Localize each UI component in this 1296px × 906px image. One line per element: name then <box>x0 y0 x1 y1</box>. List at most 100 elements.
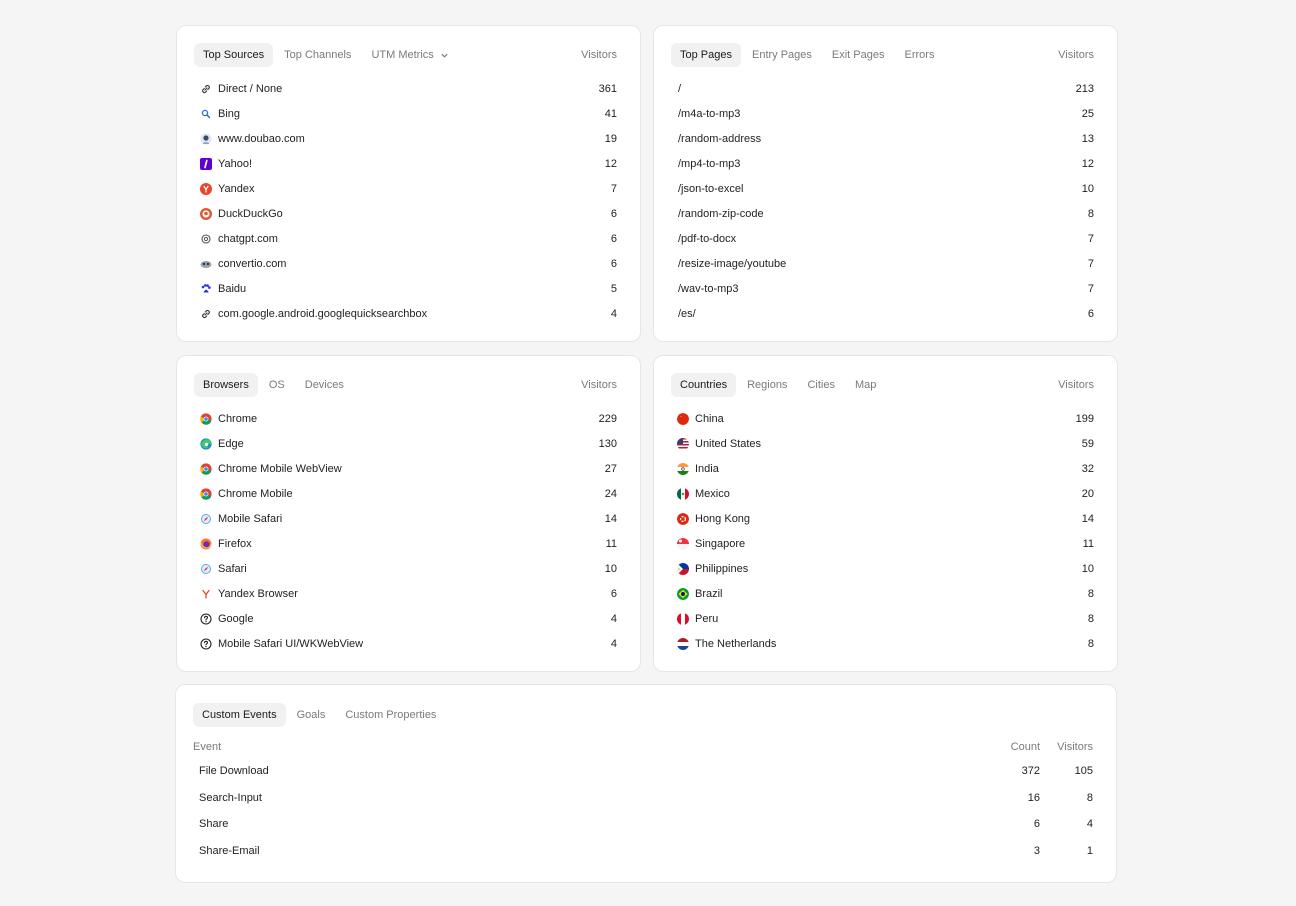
list-item-value: 11 <box>605 537 617 550</box>
list-item-value: 7 <box>1087 257 1094 270</box>
tab-top-pages[interactable]: Top Pages <box>671 43 741 67</box>
countries-card: Countries Regions Cities Map Visitors Ch… <box>653 355 1118 672</box>
tab-entry-pages[interactable]: Entry Pages <box>743 43 821 67</box>
column-header-count[interactable]: Count <box>994 741 1040 753</box>
list-item[interactable]: convertio.com 6 <box>200 251 617 276</box>
list-item-label: /random-zip-code <box>678 207 764 220</box>
event-visitors: 8 <box>1086 791 1093 804</box>
list-item[interactable]: India 32 <box>677 456 1094 481</box>
pages-visitors-header: Visitors <box>1058 49 1094 61</box>
list-item[interactable]: chatgpt.com 6 <box>200 226 617 251</box>
list-item-value: 12 <box>604 157 617 170</box>
list-item-label: India <box>695 462 719 475</box>
list-item-label: www.doubao.com <box>218 132 305 145</box>
list-item[interactable]: /wav-to-mp3 7 <box>677 276 1094 301</box>
list-item[interactable]: Mobile Safari UI/WKWebView 4 <box>200 631 617 656</box>
list-item[interactable]: Bing 41 <box>200 101 617 126</box>
tab-devices[interactable]: Devices <box>296 373 353 397</box>
events-card: Custom Events Goals Custom Properties Ev… <box>175 684 1117 883</box>
tab-regions[interactable]: Regions <box>738 373 796 397</box>
list-item[interactable]: Baidu 5 <box>200 276 617 301</box>
tab-goals[interactable]: Goals <box>288 703 335 727</box>
event-count: 16 <box>1027 791 1040 804</box>
list-item[interactable]: Yandex 7 <box>200 176 617 201</box>
list-item-label: Singapore <box>695 537 746 550</box>
table-row[interactable]: Search-Input 16 8 <box>199 785 1093 812</box>
list-item[interactable]: China 199 <box>677 406 1094 431</box>
list-item[interactable]: /resize-image/youtube 7 <box>677 251 1094 276</box>
list-item[interactable]: Yandex Browser 6 <box>200 581 617 606</box>
tab-custom-events[interactable]: Custom Events <box>193 703 286 727</box>
column-header-visitors[interactable]: Visitors <box>1040 741 1093 753</box>
tab-cities[interactable]: Cities <box>798 373 844 397</box>
list-item[interactable]: Singapore 11 <box>677 531 1094 556</box>
list-item[interactable]: /json-to-excel 10 <box>677 176 1094 201</box>
list-item[interactable]: Chrome 229 <box>200 406 617 431</box>
chrome-icon <box>200 462 212 475</box>
list-item[interactable]: /random-address 13 <box>677 126 1094 151</box>
list-item[interactable]: DuckDuckGo 6 <box>200 201 617 226</box>
list-item-label: DuckDuckGo <box>218 207 283 220</box>
list-item[interactable]: Hong Kong 14 <box>677 506 1094 531</box>
list-item-label: /pdf-to-docx <box>678 232 737 245</box>
sources-header: Top Sources Top Channels UTM Metrics Vis… <box>194 43 617 67</box>
flag-singapore-icon <box>677 537 689 550</box>
column-header-event[interactable]: Event <box>193 741 994 753</box>
tab-exit-pages[interactable]: Exit Pages <box>823 43 894 67</box>
list-item[interactable]: / 213 <box>677 76 1094 101</box>
list-item[interactable]: Safari 10 <box>200 556 617 581</box>
list-item-value: 4 <box>610 637 617 650</box>
list-item[interactable]: Brazil 8 <box>677 581 1094 606</box>
list-item[interactable]: /m4a-to-mp3 25 <box>677 101 1094 126</box>
list-item-value: 10 <box>604 562 617 575</box>
flag-netherlands-icon <box>677 637 689 650</box>
list-item[interactable]: com.google.android.googlequicksearchbox … <box>200 301 617 326</box>
list-item[interactable]: Direct / None 361 <box>200 76 617 101</box>
list-item[interactable]: www.doubao.com 19 <box>200 126 617 151</box>
tab-countries[interactable]: Countries <box>671 373 737 397</box>
list-item[interactable]: Chrome Mobile 24 <box>200 481 617 506</box>
yandex-browser-icon <box>200 588 212 600</box>
list-item-label: The Netherlands <box>695 637 777 650</box>
firefox-icon <box>200 538 212 550</box>
table-row[interactable]: Share-Email 3 1 <box>199 838 1093 865</box>
list-item[interactable]: Google 4 <box>200 606 617 631</box>
list-item[interactable]: Mobile Safari 14 <box>200 506 617 531</box>
tab-browsers[interactable]: Browsers <box>194 373 258 397</box>
table-row[interactable]: Share 6 4 <box>199 811 1093 838</box>
list-item[interactable]: /random-zip-code 8 <box>677 201 1094 226</box>
list-item[interactable]: /es/6 <box>677 301 1094 326</box>
list-item[interactable]: Edge 130 <box>200 431 617 456</box>
tab-utm-metrics[interactable]: UTM Metrics <box>362 43 457 67</box>
list-item-label: Mobile Safari UI/WKWebView <box>218 637 364 650</box>
list-item-label: chatgpt.com <box>218 232 278 245</box>
list-item[interactable]: Philippines 10 <box>677 556 1094 581</box>
list-item[interactable]: Firefox 11 <box>200 531 617 556</box>
tab-os[interactable]: OS <box>260 373 294 397</box>
question-icon <box>200 637 212 650</box>
list-item[interactable]: Chrome Mobile WebView 27 <box>200 456 617 481</box>
tab-custom-properties[interactable]: Custom Properties <box>336 703 445 727</box>
list-item-label: Baidu <box>218 282 247 295</box>
countries-header: Countries Regions Cities Map Visitors <box>671 373 1094 397</box>
list-item[interactable]: Yahoo! 12 <box>200 151 617 176</box>
flag-india-icon <box>677 462 689 475</box>
list-item[interactable]: /mp4-to-mp3 12 <box>677 151 1094 176</box>
list-item-value: 8 <box>1087 587 1094 600</box>
list-item[interactable]: Mexico 20 <box>677 481 1094 506</box>
list-item-value: 11 <box>1082 537 1094 550</box>
list-item[interactable]: Peru 8 <box>677 606 1094 631</box>
event-name: Share <box>199 818 229 831</box>
browsers-list: Chrome 229 Edge 130 Chrome Mobile WebVie… <box>200 406 617 656</box>
table-row[interactable]: File Download 372 105 <box>199 758 1093 785</box>
event-count: 3 <box>1033 844 1040 857</box>
event-visitors: 4 <box>1086 818 1093 831</box>
list-item[interactable]: United States 59 <box>677 431 1094 456</box>
tab-top-channels[interactable]: Top Channels <box>275 43 360 67</box>
list-item-value: 27 <box>604 462 617 475</box>
tab-top-sources[interactable]: Top Sources <box>194 43 274 67</box>
tab-map[interactable]: Map <box>846 373 885 397</box>
tab-errors[interactable]: Errors <box>896 43 944 67</box>
list-item[interactable]: The Netherlands 8 <box>677 631 1094 656</box>
list-item[interactable]: /pdf-to-docx 7 <box>677 226 1094 251</box>
